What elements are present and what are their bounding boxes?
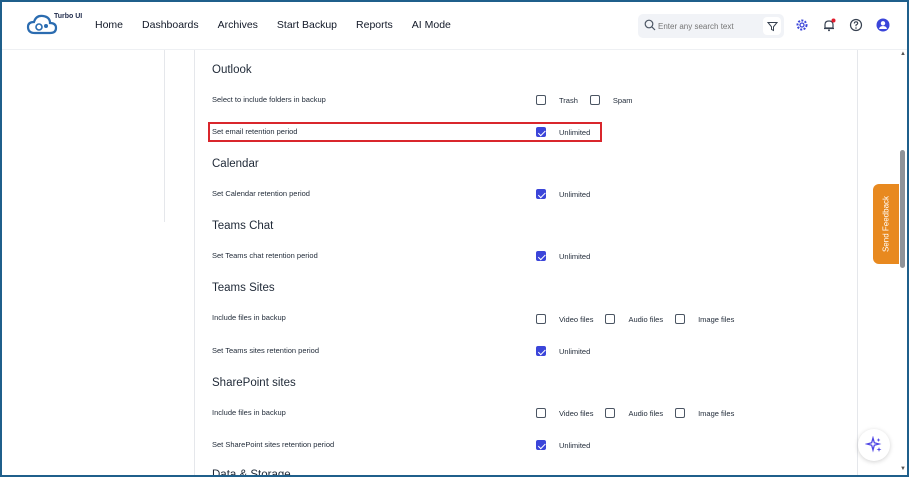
send-feedback-label: Send Feedback bbox=[881, 195, 891, 253]
calendar-title: Calendar bbox=[212, 158, 259, 170]
spam-checkbox[interactable] bbox=[589, 95, 600, 105]
sharepoint-image-files-checkbox[interactable] bbox=[675, 408, 686, 418]
spam-label: Spam bbox=[612, 95, 633, 105]
filter-icon bbox=[766, 21, 778, 31]
sharepoint-retention-label: Set SharePoint sites retention period bbox=[212, 440, 335, 449]
teams-sites-title: Teams Sites bbox=[212, 282, 275, 294]
sharepoint-video-files-checkbox[interactable] bbox=[536, 408, 546, 418]
trash-checkbox[interactable] bbox=[536, 95, 546, 105]
trash-label: Trash bbox=[559, 95, 578, 105]
calendar-retention-option: Unlimited bbox=[536, 189, 590, 199]
teams-sites-files-label: Include files in backup bbox=[212, 313, 286, 322]
filter-button[interactable] bbox=[763, 17, 781, 35]
sharepoint-unlimited-label: Unlimited bbox=[559, 440, 591, 450]
left-panel-divider bbox=[164, 50, 165, 222]
sharepoint-file-options: Video files Audio files Image files bbox=[536, 408, 734, 418]
nav-home[interactable]: Home bbox=[95, 19, 123, 31]
nav-dashboards[interactable]: Dashboards bbox=[142, 19, 199, 31]
content-right-border bbox=[857, 50, 858, 475]
teams-sites-unlimited-checkbox[interactable] bbox=[536, 346, 546, 356]
outlook-folders-label: Select to include folders in backup bbox=[212, 95, 326, 104]
gear-icon[interactable] bbox=[795, 18, 809, 32]
data-storage-title: Data & Storage bbox=[212, 469, 291, 477]
scrollbar-thumb[interactable] bbox=[900, 150, 905, 268]
nav-ai-mode[interactable]: AI Mode bbox=[412, 19, 451, 31]
outlook-folder-options: Trash Spam bbox=[536, 95, 633, 105]
outlook-title: Outlook bbox=[212, 64, 252, 76]
teams-chat-title: Teams Chat bbox=[212, 220, 274, 232]
sharepoint-audio-files-checkbox[interactable] bbox=[605, 408, 616, 418]
calendar-unlimited-label: Unlimited bbox=[559, 189, 591, 199]
search-box bbox=[638, 14, 784, 38]
sharepoint-title: SharePoint sites bbox=[212, 377, 296, 389]
ai-assistant-button[interactable] bbox=[858, 429, 890, 461]
calendar-unlimited-checkbox[interactable] bbox=[536, 189, 546, 199]
teams-chat-unlimited-label: Unlimited bbox=[559, 251, 591, 261]
teams-audio-files-checkbox[interactable] bbox=[605, 314, 616, 324]
teams-chat-retention-option: Unlimited bbox=[536, 251, 590, 261]
email-unlimited-checkbox[interactable] bbox=[536, 127, 546, 137]
app-window: Turbo UI Home Dashboards Archives Start … bbox=[0, 0, 909, 477]
top-navbar: Turbo UI Home Dashboards Archives Start … bbox=[2, 2, 907, 50]
scroll-up-arrow-icon[interactable]: ▲ bbox=[899, 51, 907, 59]
bell-icon[interactable] bbox=[822, 18, 836, 32]
email-retention-option: Unlimited bbox=[536, 127, 590, 137]
teams-video-files-checkbox[interactable] bbox=[536, 314, 546, 324]
scroll-down-arrow-icon[interactable]: ▼ bbox=[899, 466, 907, 474]
sharepoint-files-label: Include files in backup bbox=[212, 408, 286, 417]
search-input[interactable] bbox=[658, 18, 758, 34]
sparkle-icon bbox=[865, 436, 882, 453]
teams-image-files-checkbox[interactable] bbox=[675, 314, 686, 324]
sharepoint-retention-option: Unlimited bbox=[536, 440, 590, 450]
calendar-retention-label: Set Calendar retention period bbox=[212, 189, 310, 198]
nav-reports[interactable]: Reports bbox=[356, 19, 393, 31]
search-icon bbox=[644, 19, 656, 31]
teams-chat-unlimited-checkbox[interactable] bbox=[536, 251, 546, 261]
teams-image-files-label: Image files bbox=[698, 314, 735, 324]
user-icon[interactable] bbox=[876, 18, 890, 32]
nav-archives[interactable]: Archives bbox=[218, 19, 258, 31]
send-feedback-tab[interactable]: Send Feedback bbox=[873, 184, 899, 264]
teams-sites-unlimited-label: Unlimited bbox=[559, 346, 591, 356]
content-left-border bbox=[194, 50, 195, 475]
sharepoint-unlimited-checkbox[interactable] bbox=[536, 440, 546, 450]
teams-audio-files-label: Audio files bbox=[628, 314, 664, 324]
teams-sites-retention-label: Set Teams sites retention period bbox=[212, 346, 320, 355]
teams-video-files-label: Video files bbox=[559, 314, 594, 324]
help-icon[interactable] bbox=[849, 18, 863, 32]
nav-start-backup[interactable]: Start Backup bbox=[277, 19, 337, 31]
teams-sites-retention-option: Unlimited bbox=[536, 346, 590, 356]
sharepoint-audio-files-label: Audio files bbox=[628, 408, 664, 418]
email-retention-label: Set email retention period bbox=[212, 127, 298, 136]
main-nav: Home Dashboards Archives Start Backup Re… bbox=[95, 19, 451, 31]
sharepoint-video-files-label: Video files bbox=[559, 408, 594, 418]
logo-text: Turbo UI bbox=[54, 13, 83, 20]
email-unlimited-label: Unlimited bbox=[559, 127, 591, 137]
sharepoint-image-files-label: Image files bbox=[698, 408, 735, 418]
teams-sites-file-options: Video files Audio files Image files bbox=[536, 314, 734, 324]
teams-chat-retention-label: Set Teams chat retention period bbox=[212, 251, 318, 260]
